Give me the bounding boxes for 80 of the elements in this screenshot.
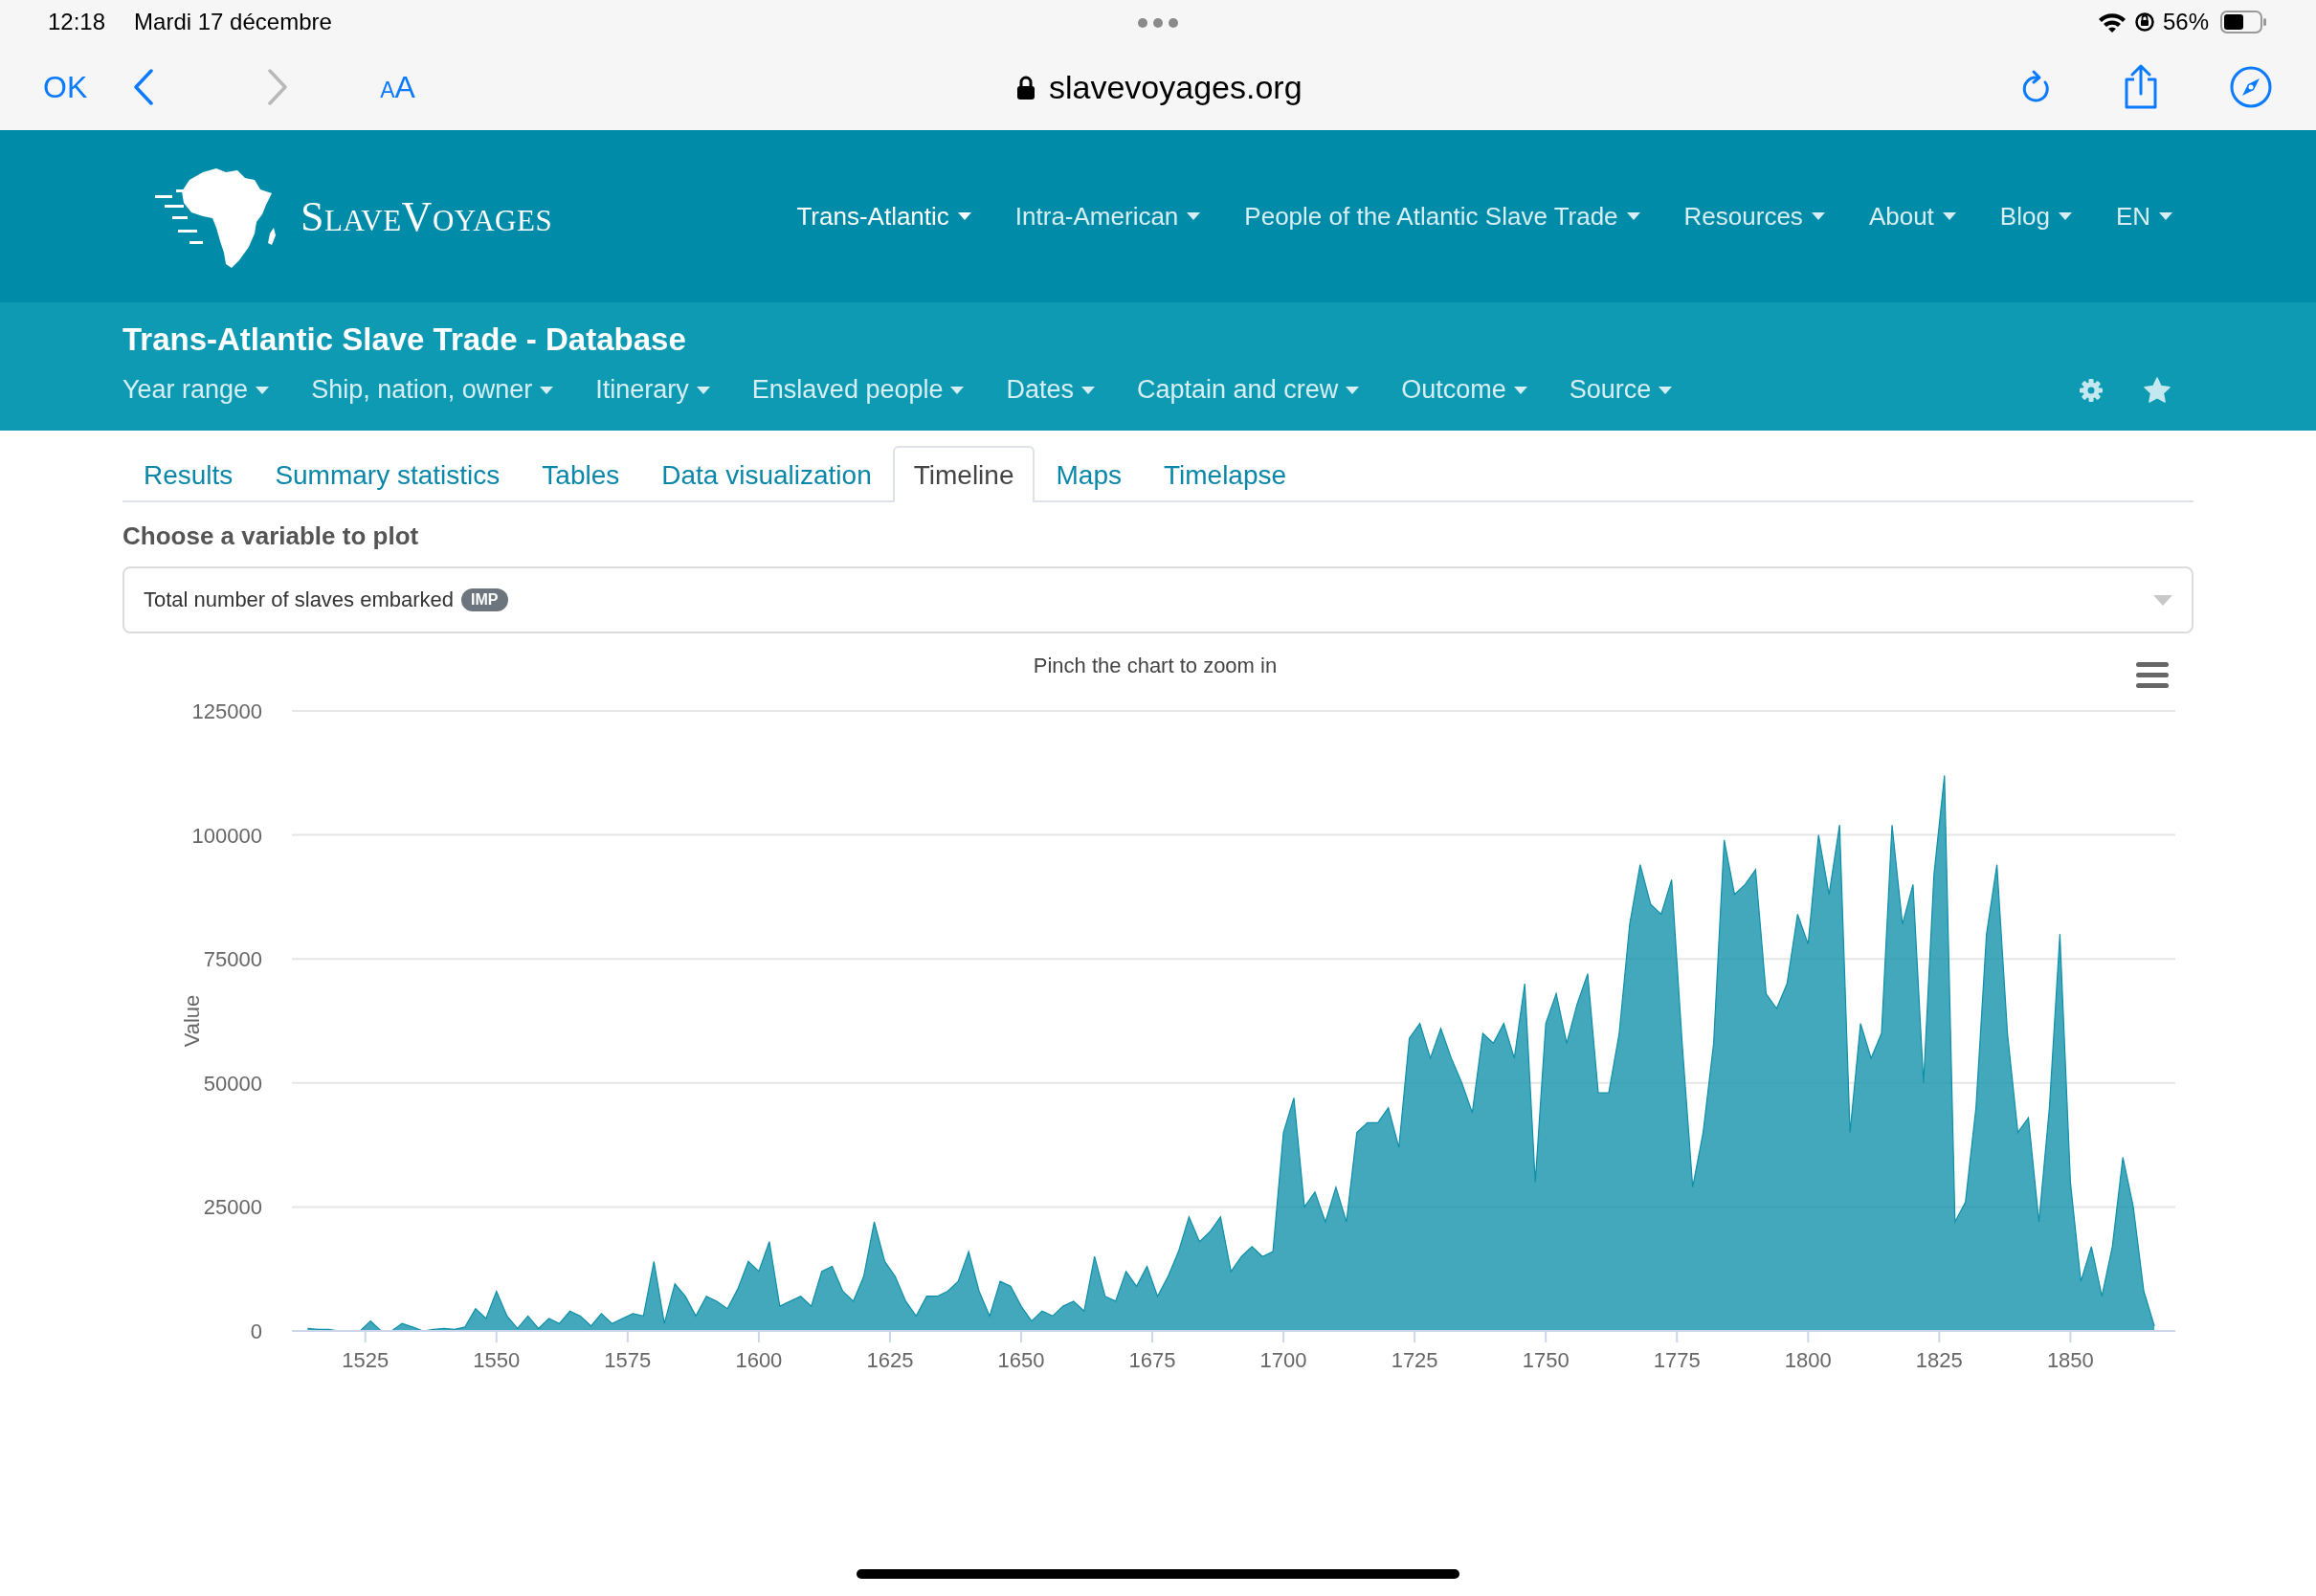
tab[interactable]: Tables <box>521 446 641 502</box>
caret-icon <box>1626 212 1640 220</box>
battery-percentage: 56% <box>2162 9 2209 35</box>
wifi-icon <box>2097 11 2127 33</box>
nav-menu-item[interactable]: Trans-Atlantic <box>796 201 971 232</box>
chart-menu-icon[interactable] <box>2136 662 2169 688</box>
x-tick-label: 1700 <box>1259 1348 1307 1372</box>
caret-icon <box>696 386 710 394</box>
nav-menu-item[interactable]: EN <box>2115 201 2172 232</box>
x-tick-label: 1600 <box>735 1348 783 1372</box>
site-logo-text[interactable]: SlaveVoyages <box>301 191 553 241</box>
caret-icon <box>1811 212 1825 220</box>
compass-icon[interactable] <box>2229 65 2273 109</box>
x-tick-label: 1775 <box>1653 1348 1701 1372</box>
caret-icon <box>1513 386 1527 394</box>
x-tick-label: 1625 <box>866 1348 914 1372</box>
tab[interactable]: Timelapse <box>1142 446 1308 502</box>
nav-menu-item[interactable]: Resources <box>1683 201 1825 232</box>
y-tick-label: 25000 <box>203 1195 262 1220</box>
caret-icon <box>2058 212 2072 220</box>
filter-dropdown[interactable]: Source <box>1569 375 1673 405</box>
settings-icon[interactable] <box>2079 377 2104 403</box>
caret-icon <box>1187 212 1201 220</box>
filter-dropdown[interactable]: Outcome <box>1401 375 1527 405</box>
tab[interactable]: Timeline <box>892 446 1036 502</box>
tab[interactable]: Summary statistics <box>254 446 522 502</box>
caret-icon <box>2159 212 2172 220</box>
y-tick-label: 100000 <box>191 823 262 848</box>
filter-dropdown[interactable]: Captain and crew <box>1137 375 1360 405</box>
orientation-lock-icon <box>2133 11 2155 33</box>
filter-dropdown[interactable]: Enslaved people <box>751 375 965 405</box>
caret-icon <box>950 386 965 394</box>
variable-select[interactable]: Total number of slaves embarked IMP <box>122 566 2194 633</box>
x-tick-label: 1725 <box>1391 1348 1438 1372</box>
caret-icon <box>256 386 270 394</box>
x-tick-label: 1525 <box>342 1348 390 1372</box>
y-tick-label: 50000 <box>203 1071 262 1096</box>
tab[interactable]: Maps <box>1035 446 1143 502</box>
filter-dropdown[interactable]: Itinerary <box>595 375 710 405</box>
caret-icon <box>1942 212 1956 220</box>
back-icon[interactable] <box>133 69 155 105</box>
caret-icon <box>957 212 971 220</box>
y-tick-label: 75000 <box>203 947 262 972</box>
x-tick-label: 1550 <box>473 1348 521 1372</box>
nav-menu-item[interactable]: People of the Atlantic Slave Trade <box>1244 201 1640 232</box>
filter-dropdown[interactable]: Ship, nation, owner <box>311 375 554 405</box>
caret-icon <box>1346 386 1360 394</box>
star-icon[interactable] <box>2144 377 2171 403</box>
x-tick-label: 1750 <box>1522 1348 1570 1372</box>
caret-icon <box>540 386 554 394</box>
variable-label: Choose a variable to plot <box>122 521 420 551</box>
nav-menu-item[interactable]: Intra-American <box>1014 201 1201 232</box>
y-tick-label: 125000 <box>191 699 262 723</box>
status-date: Mardi 17 décembre <box>134 9 332 35</box>
battery-icon <box>2220 11 2268 33</box>
text-size-button[interactable]: AA <box>380 69 415 105</box>
x-tick-label: 1800 <box>1784 1348 1832 1372</box>
tab[interactable]: Data visualization <box>640 446 893 502</box>
y-axis-title: Value <box>180 994 204 1048</box>
caret-icon <box>1081 386 1096 394</box>
x-tick-label: 1825 <box>1915 1348 1963 1372</box>
dropdown-caret-icon <box>2153 594 2172 606</box>
x-tick-label: 1575 <box>604 1348 652 1372</box>
filter-dropdown[interactable]: Dates <box>1006 375 1096 405</box>
x-tick-label: 1650 <box>997 1348 1045 1372</box>
filter-dropdown[interactable]: Year range <box>122 375 270 405</box>
x-tick-label: 1850 <box>2046 1348 2094 1372</box>
y-tick-label: 0 <box>250 1319 262 1343</box>
multitasking-dots-icon[interactable] <box>1137 17 1179 29</box>
status-time: 12:18 <box>48 9 106 35</box>
chart-hint: Pinch the chart to zoom in <box>1033 654 1278 677</box>
imp-badge: IMP <box>461 588 508 611</box>
database-title: Trans-Atlantic Slave Trade - Database <box>122 321 687 358</box>
address-bar[interactable]: slavevoyages.org <box>1011 65 1308 110</box>
x-tick-label: 1675 <box>1128 1348 1176 1372</box>
tab[interactable]: Results <box>122 446 255 502</box>
nav-menu-item[interactable]: Blog <box>1999 201 2072 232</box>
done-button[interactable]: OK <box>43 69 88 105</box>
nav-menu-item[interactable]: About <box>1868 201 1956 232</box>
caret-icon <box>1659 386 1673 394</box>
